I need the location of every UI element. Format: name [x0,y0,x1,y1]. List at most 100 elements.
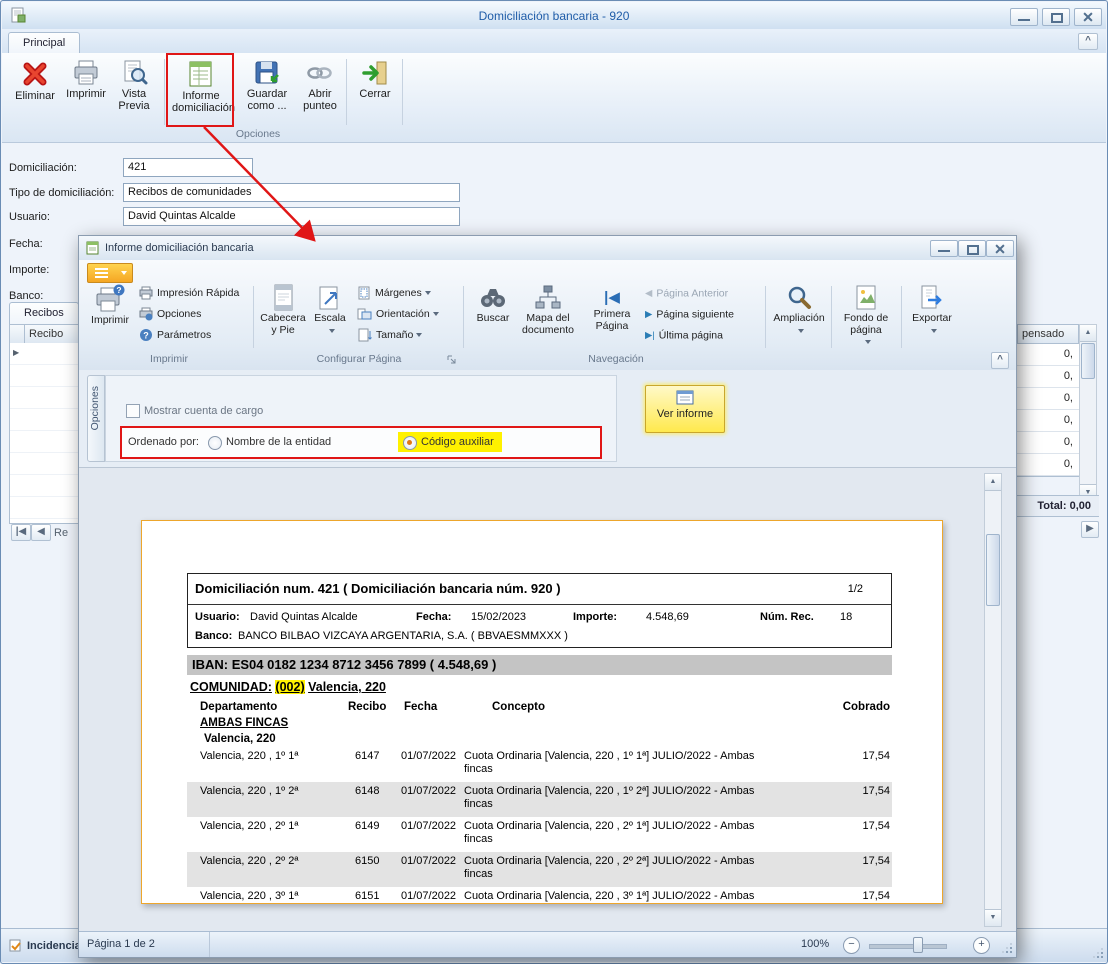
dialog-restore-icon[interactable] [958,240,986,257]
row-departamento: Valencia, 220 , 1º 2ª [200,785,298,798]
grid-cell[interactable]: 0, [1017,344,1079,366]
pagina-anterior-button[interactable]: ◀Página Anterior [645,284,728,303]
pagina-siguiente-button[interactable]: ▶Página siguiente [645,305,734,324]
scale-icon [316,284,344,312]
cerrar-button[interactable]: Cerrar [352,57,398,129]
incidencias-icon [9,938,23,952]
row-fecha: 01/07/2022 [401,750,456,763]
preview-vertical-scrollbar[interactable]: ▲ ▼ [984,473,1002,927]
fondo-pagina-label: Fondo de página [837,313,895,336]
tipo-domiciliacion-input[interactable]: Recibos de comunidades [123,183,460,202]
row-recibo: 6147 [355,750,379,763]
grid-recibo-header[interactable]: Recibo [24,324,79,344]
grid-cell[interactable]: 0, [1017,432,1079,454]
grid-cell[interactable]: 0, [1017,410,1079,432]
nav-prev-record-icon[interactable]: ◀ [31,524,51,541]
dialog-ribbon-collapse-icon[interactable]: ^ [991,352,1009,369]
cabecera-pie-button[interactable]: Cabecera y Pie [259,283,307,351]
resize-grip[interactable] [1091,946,1104,959]
mapa-documento-button[interactable]: Mapa del documento [519,283,577,351]
mostrar-cuenta-checkbox[interactable] [126,404,140,418]
report-preview[interactable]: Domiciliación num. 421 ( Domiciliación b… [79,467,1016,933]
abrir-punteo-button[interactable]: Abrir punteo [296,57,344,129]
zoom-in-button[interactable]: + [973,937,990,954]
dialog-launcher-icon[interactable] [447,355,457,365]
imprimir-button[interactable]: Imprimir [62,57,110,129]
ribbon-collapse-icon[interactable]: ^ [1078,33,1098,50]
scrollbar-thumb[interactable] [1081,343,1095,379]
grid-selector-header [9,324,25,344]
fondo-pagina-button[interactable]: Fondo de página [837,283,895,351]
save-as-icon [253,59,281,87]
chevron-down-icon [329,329,335,333]
options-strip: Opciones Mostrar cuenta de cargo Ordenad… [79,370,1016,467]
dlg-imprimir-label: Imprimir [87,315,133,327]
vista-previa-button[interactable]: Vista Previa [110,57,158,129]
grid-body[interactable]: ▶ [9,343,80,524]
nav-first-record-icon[interactable]: |◀ [11,524,31,541]
opciones-button[interactable]: Opciones [139,305,201,324]
restore-icon[interactable] [1042,8,1070,26]
ampliacion-button[interactable]: Ampliación [773,283,825,351]
parametros-label: Parámetros [157,329,211,341]
zoom-slider-track[interactable] [869,944,947,949]
escala-button[interactable]: Escala [309,283,351,351]
mapa-documento-label: Mapa del documento [519,313,577,336]
scroll-up-icon[interactable]: ▲ [1080,325,1096,342]
eliminar-button[interactable]: Eliminar [10,57,60,129]
grid-compensado-header[interactable]: pensado [1017,324,1079,344]
domiciliacion-input[interactable]: 421 [123,158,253,177]
informe-domiciliacion-button[interactable]: Informe domiciliación [172,57,230,129]
tab-recibos[interactable]: Recibos [9,302,79,324]
parametros-button[interactable]: ?Parámetros [139,326,211,345]
ultima-pagina-button[interactable]: ▶|Última página [645,326,723,345]
row-departamento: Valencia, 220 , 1º 1ª [200,750,298,763]
chevron-down-icon [865,340,871,344]
usuario-input[interactable]: David Quintas Alcalde [123,207,460,226]
guardar-como-button[interactable]: Guardar como ... [240,57,294,129]
orientacion-button[interactable]: Orientación [357,305,439,324]
margenes-button[interactable]: Márgenes [357,284,431,303]
dialog-minimize-icon[interactable] [930,240,958,257]
tab-principal[interactable]: Principal [8,32,80,53]
tamano-button[interactable]: Tamaño [357,326,422,345]
cabecera-pie-label: Cabecera y Pie [259,313,307,336]
ampliacion-label: Ampliación [773,313,825,325]
close-icon[interactable] [1074,8,1102,26]
impresion-rapida-button[interactable]: Impresión Rápida [139,284,239,303]
orientacion-label: Orientación [376,308,430,320]
grid-cell[interactable]: 0, [1017,454,1079,476]
radio-codigo-auxiliar[interactable] [403,436,417,450]
exportar-button[interactable]: Exportar [907,283,957,351]
scroll-up-icon[interactable]: ▲ [985,474,1001,491]
buscar-button[interactable]: Buscar [471,283,515,351]
zoom-slider-thumb[interactable] [913,937,923,953]
comunidad-label: COMUNIDAD: [190,680,272,694]
grid-compensado-column[interactable]: 0, 0, 0, 0, 0, 0, [1017,344,1079,477]
zoom-out-button[interactable]: − [843,937,860,954]
margenes-label: Márgenes [375,287,422,299]
primera-pagina-button[interactable]: |◀ Primera Página [587,283,637,351]
report-title: Domiciliación num. 421 ( Domiciliación b… [195,581,561,596]
grid-cell[interactable]: 0, [1017,388,1079,410]
scroll-down-icon[interactable]: ▼ [985,909,1001,926]
delete-icon [20,59,50,89]
file-menu-button[interactable] [87,263,133,283]
dialog-title: Informe domiciliación bancaria [105,242,254,254]
dialog-close-icon[interactable] [986,240,1014,257]
grid-vertical-scrollbar[interactable]: ▲ ▼ [1079,324,1097,502]
tab-opciones-vertical[interactable]: Opciones [87,375,105,462]
main-titlebar[interactable]: Domiciliación bancaria - 920 [2,2,1106,30]
row-fecha: 01/07/2022 [401,855,456,868]
dialog-titlebar[interactable]: Informe domiciliación bancaria [79,236,1016,261]
zoom-icon [785,284,813,312]
dialog-resize-grip[interactable] [1000,941,1013,954]
hscroll-right-icon[interactable]: ▶ [1081,521,1099,538]
dlg-imprimir-button[interactable]: ? Imprimir [87,283,133,351]
grid-cell[interactable]: 0, [1017,366,1079,388]
ver-informe-button[interactable]: Ver informe [645,385,725,433]
scrollbar-thumb[interactable] [986,534,1000,606]
radio-nombre-entidad[interactable] [208,436,222,450]
minimize-icon[interactable] [1010,8,1038,26]
row-recibo: 6148 [355,785,379,798]
